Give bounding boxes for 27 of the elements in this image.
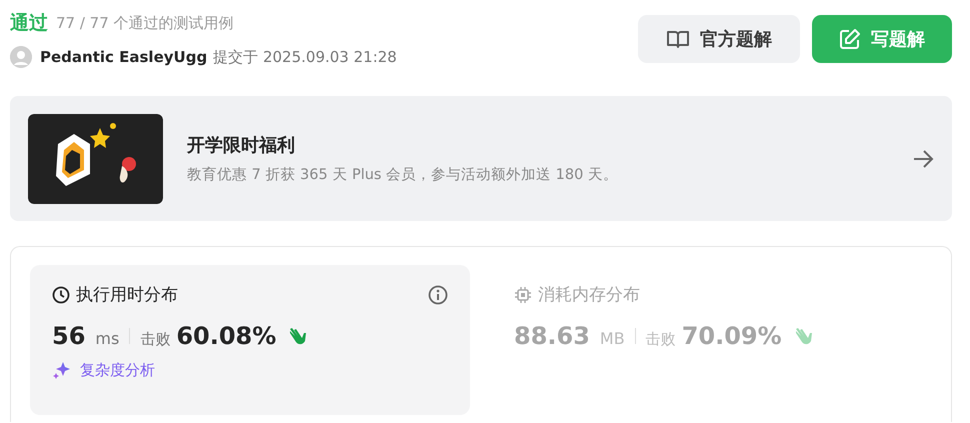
beats-percent: 60.08% — [176, 322, 276, 350]
stat-unit: ms — [95, 329, 120, 348]
stat-title: 执行用时分布 — [76, 284, 178, 306]
beats-label: 击败 — [140, 330, 170, 349]
promo-title: 开学限时福利 — [187, 134, 296, 157]
clock-icon — [52, 286, 70, 304]
test-cases-count: 77 / 77 个通过的测试用例 — [56, 14, 234, 32]
info-icon[interactable] — [428, 284, 448, 304]
edit-icon — [839, 28, 861, 50]
stat-value: 56 — [52, 322, 86, 350]
book-icon — [666, 29, 690, 49]
stat-panel[interactable]: 执行用时分布 56 ms 击败 60.08% 复杂度分析 — [30, 265, 470, 415]
chip-icon — [514, 286, 532, 304]
stat-value: 88.63 — [514, 322, 590, 350]
status-label: 通过 — [10, 11, 48, 36]
stat-unit: MB — [600, 329, 625, 348]
complexity-analysis-link[interactable]: 复杂度分析 — [80, 360, 155, 380]
promo-description: 教育优惠 7 折获 365 天 Plus 会员，参与活动额外加送 180 天。 — [187, 166, 619, 184]
submitted-time: 提交于 2025.09.03 21:28 — [213, 48, 397, 66]
avatar-icon — [10, 46, 32, 68]
beats-label: 击败 — [646, 330, 676, 349]
official-solution-button[interactable]: 官方题解 — [638, 15, 800, 63]
user-name[interactable]: Pedantic EasleyUgg — [40, 48, 208, 66]
beats-percent: 70.09% — [682, 322, 782, 350]
stat-title: 消耗内存分布 — [538, 284, 640, 306]
arrow-right-icon[interactable] — [912, 148, 934, 168]
sparkle-icon — [52, 360, 72, 380]
